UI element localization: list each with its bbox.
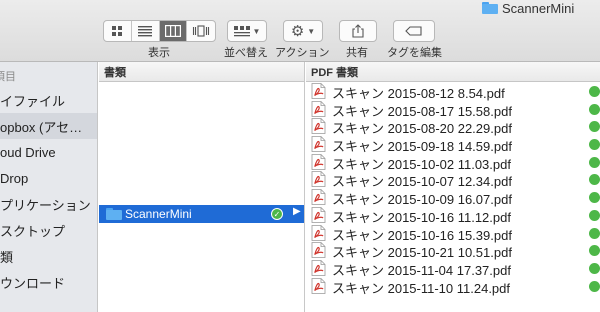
action-button[interactable]: ⚙ ▼ bbox=[283, 20, 323, 42]
sidebar-item-applications[interactable]: プリケーション bbox=[0, 191, 97, 217]
pdf-file-icon bbox=[311, 224, 326, 241]
icon-view-button[interactable] bbox=[104, 21, 132, 41]
pdf-file-icon bbox=[311, 100, 326, 117]
file-row[interactable]: スキャン 2015-10-16 15.39.pdf bbox=[306, 224, 600, 243]
columns-icon bbox=[164, 25, 181, 37]
toolbar: ScannerMini 表示 ▼ 並べ替え ⚙ ▼ アクション 共有 タグを編集 bbox=[0, 0, 600, 62]
pdf-file-icon bbox=[311, 242, 326, 259]
pdf-file-icon bbox=[311, 83, 326, 99]
sync-ok-icon bbox=[589, 227, 600, 239]
sync-ok-icon bbox=[589, 262, 600, 274]
chevron-down-icon: ▼ bbox=[307, 26, 316, 36]
disclosure-arrow-icon: ▶ bbox=[293, 206, 301, 217]
file-row[interactable]: スキャン 2015-11-10 11.24.pdf bbox=[306, 277, 600, 296]
file-row[interactable]: スキャン 2015-08-20 22.29.pdf bbox=[306, 117, 600, 136]
sidebar-item-label: Drop bbox=[0, 170, 29, 186]
sync-ok-icon bbox=[589, 86, 600, 97]
sidebar-item-label: 類 bbox=[0, 249, 14, 265]
action-label: アクション bbox=[275, 47, 330, 59]
file-row[interactable]: スキャン 2015-09-18 14.59.pdf bbox=[306, 135, 600, 154]
pdf-file-icon bbox=[311, 153, 326, 170]
folder-icon bbox=[106, 208, 122, 220]
sync-ok-icon bbox=[589, 192, 600, 204]
file-list: スキャン 2015-08-12 8.54.pdf スキャン 2015-08-17 … bbox=[306, 72, 600, 296]
sync-ok-icon bbox=[589, 174, 600, 186]
sidebar-item-label: イファイル bbox=[0, 93, 66, 109]
sidebar-item-label: oud Drive bbox=[0, 144, 56, 160]
column-documents: 書類 ScannerMini ✓ ▶ bbox=[99, 62, 305, 312]
sync-ok-icon bbox=[589, 103, 600, 115]
pdf-file-icon bbox=[311, 189, 326, 206]
arrange-grid-icon bbox=[233, 26, 250, 37]
tag-icon bbox=[405, 26, 422, 36]
edit-tags-button[interactable] bbox=[393, 20, 435, 42]
sync-ok-icon: ✓ bbox=[271, 208, 283, 220]
sidebar-item-label: ウンロード bbox=[0, 275, 66, 291]
share-icon bbox=[352, 24, 364, 38]
sidebar-section-title: 項目 bbox=[0, 71, 16, 83]
folder-icon bbox=[482, 2, 498, 14]
file-row[interactable]: スキャン 2015-10-02 11.03.pdf bbox=[306, 153, 600, 172]
pdf-file-icon bbox=[311, 171, 326, 188]
sidebar-item-my-files[interactable]: イファイル bbox=[0, 87, 97, 113]
view-mode-control bbox=[103, 20, 216, 42]
sync-ok-icon bbox=[589, 209, 600, 221]
window-title-text: ScannerMini bbox=[502, 0, 575, 16]
gear-icon: ⚙ bbox=[290, 22, 305, 40]
edit-tags-label: タグを編集 bbox=[387, 47, 442, 59]
coverflow-icon bbox=[193, 25, 210, 37]
file-name: スキャン 2015-11-10 11.24.pdf bbox=[332, 280, 511, 296]
sync-ok-icon bbox=[589, 139, 600, 151]
folder-name: ScannerMini bbox=[125, 207, 192, 221]
file-row[interactable]: スキャン 2015-10-09 16.07.pdf bbox=[306, 188, 600, 207]
sync-ok-icon bbox=[589, 245, 600, 257]
column-scannermini: PDF 書類 スキャン 2015-08-12 8.54.pdf スキャン 2015… bbox=[306, 62, 600, 312]
file-row[interactable]: スキャン 2015-10-16 11.12.pdf bbox=[306, 206, 600, 225]
pdf-file-icon bbox=[311, 259, 326, 276]
file-row[interactable]: スキャン 2015-10-07 12.34.pdf bbox=[306, 170, 600, 189]
chevron-down-icon: ▼ bbox=[252, 26, 261, 36]
file-row[interactable]: スキャン 2015-08-12 8.54.pdf bbox=[306, 82, 600, 101]
arrange-button[interactable]: ▼ bbox=[227, 20, 267, 42]
sync-ok-icon bbox=[589, 156, 600, 168]
share-label: 共有 bbox=[346, 47, 368, 59]
file-row-partial[interactable] bbox=[306, 72, 600, 82]
sync-ok-icon bbox=[589, 121, 600, 133]
view-label: 表示 bbox=[148, 47, 170, 59]
share-button[interactable] bbox=[339, 20, 377, 42]
sidebar-item-desktop[interactable]: スクトップ bbox=[0, 217, 97, 243]
pdf-file-icon bbox=[311, 136, 326, 152]
sidebar-item-label: opbox (アセ… bbox=[0, 119, 83, 135]
window-title: ScannerMini bbox=[482, 0, 574, 16]
file-row[interactable]: スキャン 2015-08-17 15.58.pdf bbox=[306, 100, 600, 119]
pdf-file-icon bbox=[311, 277, 326, 294]
column-view-button[interactable] bbox=[159, 21, 188, 41]
sidebar-item-dropbox[interactable]: opbox (アセ… bbox=[0, 113, 97, 139]
folder-row-scannermini[interactable]: ScannerMini ✓ ▶ bbox=[99, 205, 304, 223]
sync-ok-icon bbox=[589, 280, 600, 292]
sidebar-item-downloads[interactable]: ウンロード bbox=[0, 269, 97, 295]
grid-icon bbox=[112, 26, 123, 36]
column-header-documents: 書類 bbox=[99, 62, 304, 82]
sidebar-item-label: スクトップ bbox=[0, 223, 66, 239]
pdf-file-icon bbox=[311, 206, 326, 223]
sidebar-item-documents[interactable]: 類 bbox=[0, 243, 97, 269]
sidebar-item-label: プリケーション bbox=[0, 197, 91, 213]
coverflow-view-button[interactable] bbox=[187, 21, 215, 41]
sidebar: 項目 イファイル opbox (アセ… oud Drive Drop プリケーシ… bbox=[0, 62, 98, 312]
list-icon bbox=[138, 26, 153, 37]
file-row[interactable]: スキャン 2015-10-21 10.51.pdf bbox=[306, 241, 600, 260]
list-view-button[interactable] bbox=[132, 21, 160, 41]
file-row[interactable]: スキャン 2015-11-04 17.37.pdf bbox=[306, 259, 600, 278]
arrange-label: 並べ替え bbox=[224, 47, 268, 59]
pdf-file-icon bbox=[311, 118, 326, 135]
sidebar-item-icloud-drive[interactable]: oud Drive bbox=[0, 139, 97, 165]
sidebar-item-airdrop[interactable]: Drop bbox=[0, 165, 97, 191]
